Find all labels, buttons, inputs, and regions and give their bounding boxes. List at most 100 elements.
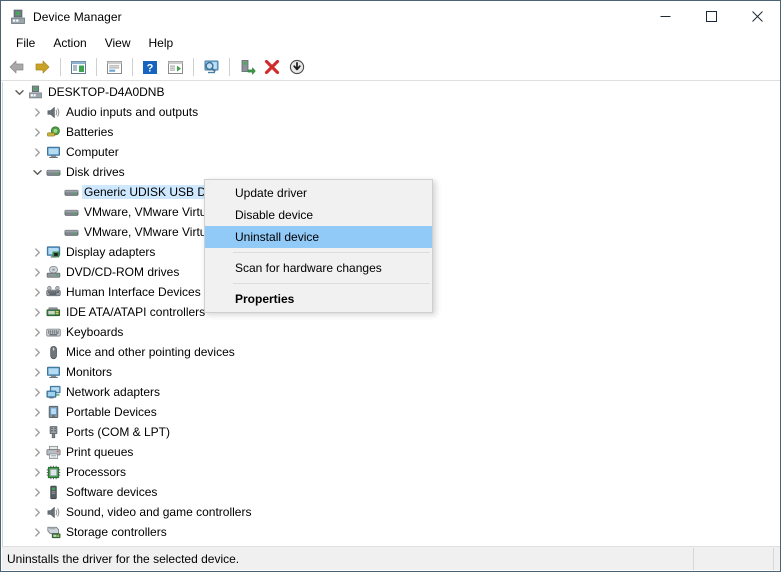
chevron-right-icon[interactable]: [29, 522, 45, 542]
disk-drive-icon: [63, 204, 80, 220]
toolbar-separator: [132, 58, 133, 76]
tree-item-label: Storage controllers: [66, 525, 172, 539]
chevron-right-icon[interactable]: [29, 122, 45, 142]
context-menu-item[interactable]: Update driver: [205, 182, 432, 204]
context-menu-item[interactable]: Properties: [205, 288, 432, 310]
show-hide-console-tree-button[interactable]: [66, 56, 90, 79]
no-chevron: [47, 222, 63, 242]
keyboard-icon: [45, 324, 62, 340]
context-menu-separator: [233, 283, 430, 284]
context-menu[interactable]: Update driverDisable deviceUninstall dev…: [204, 179, 433, 313]
speaker-icon: [45, 104, 62, 120]
context-menu-separator: [233, 252, 430, 253]
display-adapter-icon: [45, 244, 62, 260]
disable-device-button[interactable]: [285, 56, 309, 79]
chevron-right-icon[interactable]: [29, 462, 45, 482]
toolbar-separator: [60, 58, 61, 76]
tree-root-item[interactable]: DESKTOP-D4A0DNB: [3, 82, 780, 102]
help-button[interactable]: ?: [138, 56, 162, 79]
menu-view[interactable]: View: [96, 34, 140, 52]
ide-controller-icon: [45, 304, 62, 320]
tree-item[interactable]: Mice and other pointing devices: [3, 342, 780, 362]
toolbar: ?: [1, 54, 780, 81]
tree-item-label: Network adapters: [66, 385, 165, 399]
tree-item[interactable]: Portable Devices: [3, 402, 780, 422]
tree-item[interactable]: Network adapters: [3, 382, 780, 402]
software-device-icon: [45, 484, 62, 500]
chevron-down-icon[interactable]: [11, 82, 27, 102]
tree-item-label: Disk drives: [66, 165, 130, 179]
chevron-right-icon[interactable]: [29, 442, 45, 462]
chevron-right-icon[interactable]: [29, 302, 45, 322]
chevron-right-icon[interactable]: [29, 422, 45, 442]
tree-item[interactable]: Storage controllers: [3, 522, 780, 542]
tree-item-label: Audio inputs and outputs: [66, 105, 203, 119]
menu-file[interactable]: File: [7, 34, 44, 52]
chevron-right-icon[interactable]: [29, 322, 45, 342]
window-title: Device Manager: [33, 10, 122, 24]
menu-action[interactable]: Action: [44, 34, 95, 52]
chevron-right-icon[interactable]: [29, 242, 45, 262]
chevron-right-icon[interactable]: [29, 362, 45, 382]
tree-item-label: Processors: [66, 465, 131, 479]
computer-icon: [27, 84, 44, 100]
chevron-right-icon[interactable]: [29, 142, 45, 162]
tree-item[interactable]: Audio inputs and outputs: [3, 102, 780, 122]
chevron-right-icon[interactable]: [29, 402, 45, 422]
chevron-down-icon[interactable]: [29, 162, 45, 182]
processor-icon: [45, 464, 62, 480]
tree-item-label: Software devices: [66, 485, 162, 499]
chevron-right-icon[interactable]: [29, 502, 45, 522]
menu-help[interactable]: Help: [140, 34, 183, 52]
hid-icon: [45, 284, 62, 300]
tree-item[interactable]: Sound, video and game controllers: [3, 502, 780, 522]
tree-item-label: Portable Devices: [66, 405, 162, 419]
chevron-right-icon[interactable]: [29, 262, 45, 282]
monitor-icon: [45, 144, 62, 160]
chevron-right-icon[interactable]: [29, 382, 45, 402]
forward-button[interactable]: [30, 56, 54, 79]
chevron-right-icon[interactable]: [29, 342, 45, 362]
scan-for-hardware-changes-button[interactable]: [199, 56, 223, 79]
tree-item[interactable]: Keyboards: [3, 322, 780, 342]
back-button[interactable]: [5, 56, 29, 79]
context-menu-item[interactable]: Uninstall device: [205, 226, 432, 248]
minimize-button[interactable]: [642, 1, 688, 32]
tree-item[interactable]: Batteries: [3, 122, 780, 142]
no-chevron: [47, 202, 63, 222]
tree-item[interactable]: Monitors: [3, 362, 780, 382]
port-icon: [45, 424, 62, 440]
tree-children-container: Audio inputs and outputs Batteries Compute…: [3, 102, 780, 547]
chevron-right-icon[interactable]: [29, 282, 45, 302]
status-pane-secondary: [694, 547, 773, 570]
properties-button[interactable]: [102, 56, 126, 79]
tree-item-label: DVD/CD-ROM drives: [66, 265, 184, 279]
chevron-right-icon[interactable]: [29, 482, 45, 502]
title-bar[interactable]: Device Manager: [1, 1, 780, 32]
toolbar-separator: [96, 58, 97, 76]
tree-item[interactable]: Software devices: [3, 482, 780, 502]
uninstall-device-button[interactable]: [260, 56, 284, 79]
close-button[interactable]: [734, 1, 780, 32]
toolbar-separator: [229, 58, 230, 76]
tree-item[interactable]: Ports (COM & LPT): [3, 422, 780, 442]
tree-item-label: DESKTOP-D4A0DNB: [48, 85, 169, 99]
maximize-button[interactable]: [688, 1, 734, 32]
menu-bar: File Action View Help: [1, 32, 780, 54]
svg-text:?: ?: [147, 62, 154, 74]
status-message: Uninstalls the driver for the selected d…: [2, 547, 693, 570]
update-driver-button[interactable]: [235, 56, 259, 79]
context-menu-item[interactable]: Disable device: [205, 204, 432, 226]
device-manager-icon: [10, 9, 26, 25]
tree-item-label: Batteries: [66, 125, 118, 139]
scan-list-button[interactable]: [163, 56, 187, 79]
disk-drive-icon: [63, 184, 80, 200]
window-controls: [642, 1, 780, 32]
tree-item[interactable]: Print queues: [3, 442, 780, 462]
tree-item-label: Keyboards: [66, 325, 128, 339]
dvd-drive-icon: [45, 264, 62, 280]
chevron-right-icon[interactable]: [29, 102, 45, 122]
context-menu-item[interactable]: Scan for hardware changes: [205, 257, 432, 279]
tree-item[interactable]: Computer: [3, 142, 780, 162]
tree-item[interactable]: Processors: [3, 462, 780, 482]
